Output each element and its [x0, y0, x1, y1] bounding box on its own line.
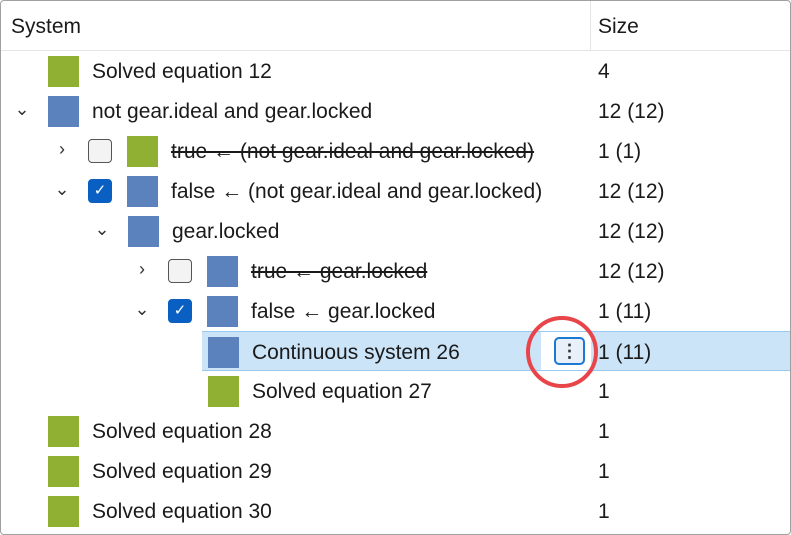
blue-square-icon [48, 96, 79, 127]
blue-square-icon [207, 256, 238, 287]
visibility-checkbox[interactable]: ✓ [168, 299, 192, 323]
green-square-icon [127, 136, 158, 167]
row-size: 1 [598, 420, 610, 443]
row-label: Solved equation 28 [92, 420, 272, 443]
tree-row[interactable]: ⌄ ✓ false ← gear.locked 1 (11) [1, 291, 790, 331]
column-header-size[interactable]: Size [598, 15, 639, 39]
row-label: Solved equation 30 [92, 500, 272, 523]
highlight-circle [526, 316, 598, 388]
column-header: System Size [1, 1, 790, 51]
tree-row[interactable]: Solved equation 30 1 [1, 491, 790, 531]
row-label: Continuous system 26 [252, 341, 460, 364]
row-size: 12 (12) [598, 100, 665, 123]
tree-row[interactable]: Solved equation 28 1 [1, 411, 790, 451]
tree-row[interactable]: Solved equation 12 4 [1, 51, 790, 91]
row-size: 1 [598, 500, 610, 523]
row-size: 12 (12) [598, 180, 665, 203]
tree-row[interactable]: Solved equation 29 1 [1, 451, 790, 491]
tree-row[interactable]: ⌄ ✓ false ← (not gear.ideal and gear.locke… [1, 171, 790, 211]
tree-row[interactable]: ⌄ not gear.ideal and gear.locked 12 (12) [1, 91, 790, 131]
row-label: Solved equation 27 [252, 380, 432, 403]
row-size: 12 (12) [598, 260, 665, 283]
chevron-down-icon[interactable]: ⌄ [51, 179, 73, 201]
row-size: 1 [598, 460, 610, 483]
visibility-checkbox[interactable] [168, 259, 192, 283]
green-square-icon [208, 376, 239, 407]
chevron-right-icon[interactable]: › [51, 139, 73, 161]
row-label: gear.locked [172, 220, 280, 243]
tree-row[interactable]: Continuous system 26 ⋮ 1 (11) [202, 331, 790, 371]
green-square-icon [48, 496, 79, 527]
visibility-checkbox[interactable]: ✓ [88, 179, 112, 203]
row-label: false ← (not gear.ideal and gear.locked) [171, 180, 543, 203]
green-square-icon [48, 56, 79, 87]
tree-row[interactable]: ⌄ gear.locked 12 (12) [1, 211, 790, 251]
tree-row[interactable]: Solved equation 27 1 [1, 371, 790, 411]
chevron-down-icon[interactable]: ⌄ [91, 219, 113, 241]
blue-square-icon [208, 337, 239, 368]
chevron-down-icon[interactable]: ⌄ [11, 99, 33, 121]
green-square-icon [48, 456, 79, 487]
blue-square-icon [128, 216, 159, 247]
row-size: 4 [598, 60, 610, 83]
blue-square-icon [127, 176, 158, 207]
row-size: 12 (12) [598, 220, 665, 243]
row-label: false ← gear.locked [251, 300, 436, 323]
row-size: 1 [598, 380, 610, 403]
row-label: Solved equation 12 [92, 60, 272, 83]
blue-square-icon [207, 296, 238, 327]
row-size: 1 (1) [598, 140, 642, 163]
row-label: Solved equation 29 [92, 460, 272, 483]
row-label: true ← (not gear.ideal and gear.locked) [171, 140, 535, 163]
chevron-right-icon[interactable]: › [131, 259, 153, 281]
row-size: 1 (11) [598, 300, 652, 323]
row-label: true ← gear.locked [251, 260, 428, 283]
visibility-checkbox[interactable] [88, 139, 112, 163]
chevron-down-icon[interactable]: ⌄ [131, 299, 153, 321]
green-square-icon [48, 416, 79, 447]
tree-row[interactable]: › true ← (not gear.ideal and gear.locked)… [1, 131, 790, 171]
column-divider[interactable] [590, 1, 591, 51]
row-size: 1 (11) [598, 341, 652, 364]
column-header-system[interactable]: System [11, 15, 81, 39]
row-label: not gear.ideal and gear.locked [92, 100, 373, 123]
tree-row[interactable]: › true ← gear.locked 12 (12) [1, 251, 790, 291]
